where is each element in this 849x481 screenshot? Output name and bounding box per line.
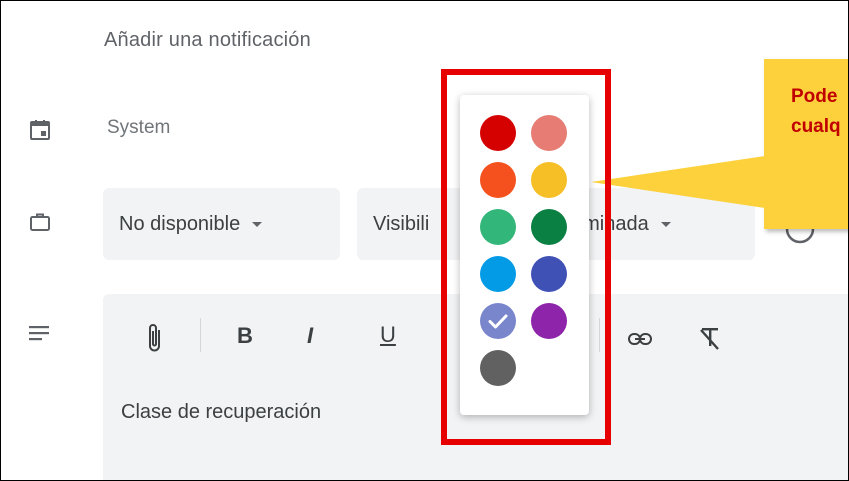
highlight-box — [441, 69, 611, 445]
callout-line-2: cualq — [791, 116, 841, 137]
callout-pointer — [591, 156, 765, 208]
event-editor: Añadir una notificación System No dispon… — [0, 0, 849, 481]
callout-text: Pode cualq — [791, 82, 841, 142]
callout-line-1: Pode — [791, 86, 838, 107]
